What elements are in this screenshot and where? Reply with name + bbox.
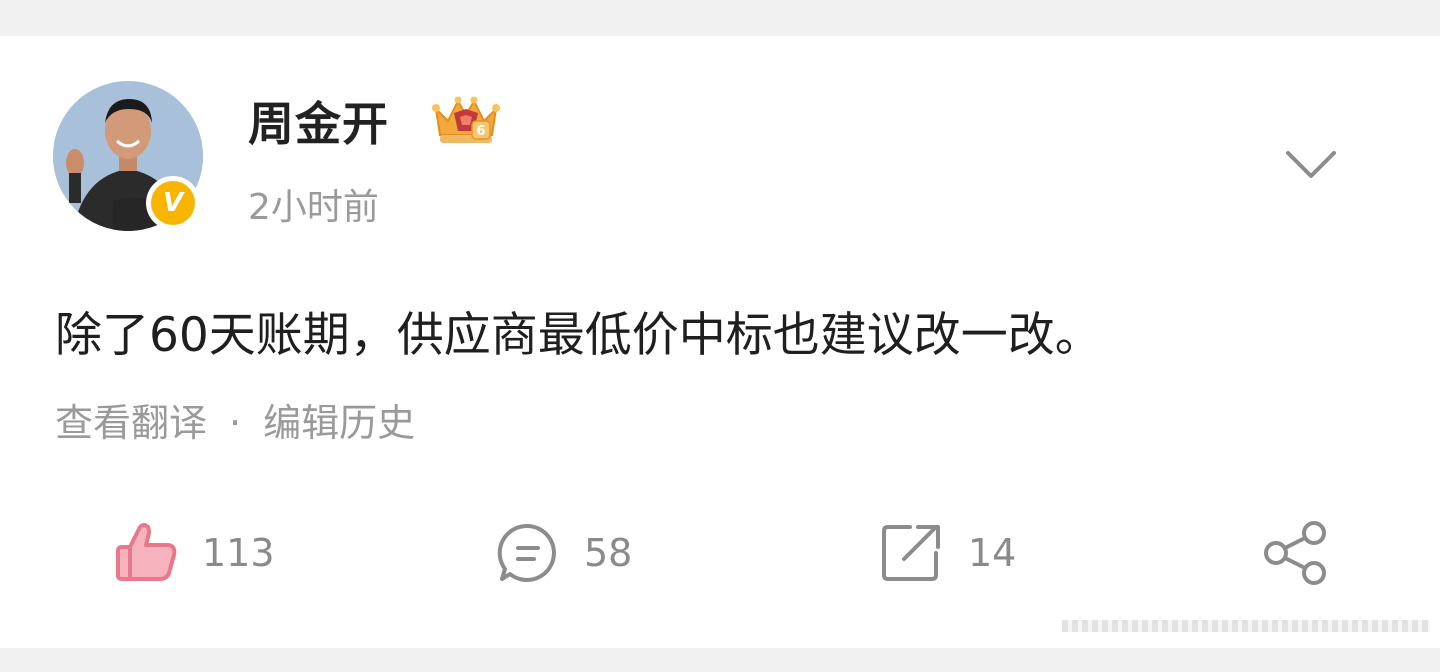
repost-icon (882, 525, 940, 581)
like-count: 113 (202, 531, 275, 575)
post-timestamp: 2小时前 (248, 187, 379, 228)
thumbs-up-icon (116, 523, 177, 581)
comment-count: 58 (584, 531, 633, 575)
share-button[interactable] (1262, 521, 1328, 585)
chevron-down-icon[interactable] (1284, 148, 1338, 182)
repost-count: 14 (968, 531, 1017, 575)
verified-badge: V (146, 176, 200, 230)
post-content: 除了60天账期，供应商最低价中标也建议改一改。 (55, 308, 1102, 363)
translate-link[interactable]: 查看翻译 (55, 396, 207, 450)
post-card: V 周金开 6 2小时前 除了60天账期，供应商最低价中标也建议改一改。 查看翻… (0, 36, 1440, 648)
meta-separator: · (229, 401, 242, 445)
post-meta: 查看翻译 · 编辑历史 (55, 396, 415, 450)
crown-level-icon[interactable]: 6 (430, 91, 502, 151)
verified-v-icon: V (151, 181, 195, 225)
watermark-strip (1062, 620, 1430, 632)
comment-button[interactable]: 58 (496, 521, 632, 585)
repost-button[interactable]: 14 (880, 521, 1016, 585)
like-button[interactable]: 113 (114, 521, 275, 585)
author-name[interactable]: 周金开 (248, 94, 389, 154)
share-icon (1264, 521, 1326, 585)
svg-text:6: 6 (476, 124, 485, 139)
comment-bubble-icon (497, 523, 556, 582)
edit-history-link[interactable]: 编辑历史 (263, 396, 415, 450)
